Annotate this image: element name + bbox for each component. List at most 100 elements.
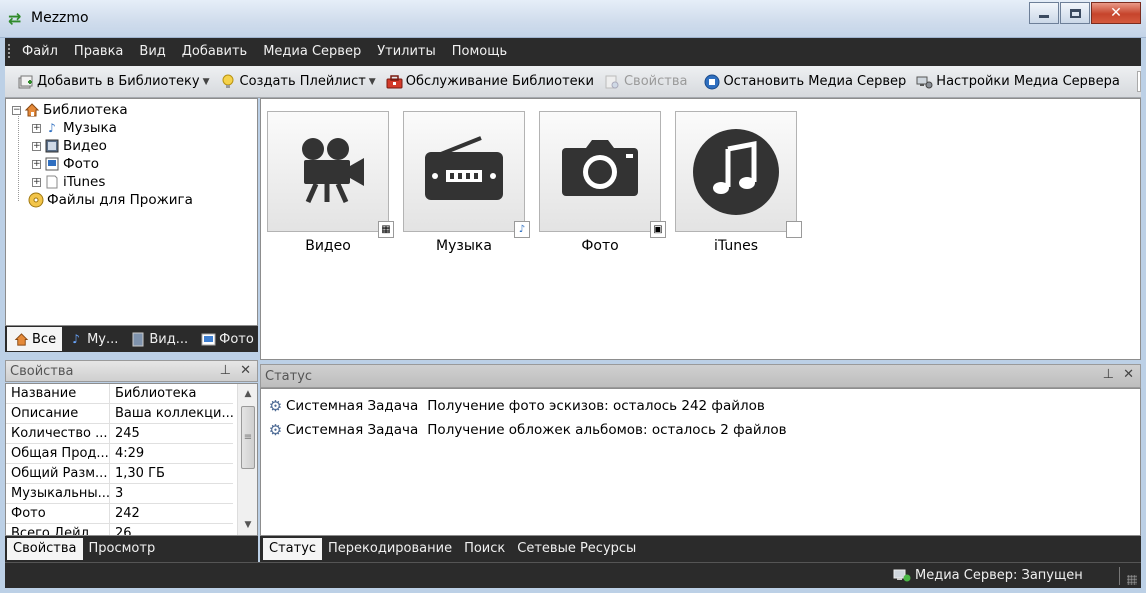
film-icon [44, 138, 60, 154]
table-row[interactable]: Описание Ваша коллекци... [6, 404, 233, 424]
scroll-down-icon[interactable]: ▼ [238, 517, 257, 533]
tab-all[interactable]: Все [7, 327, 63, 351]
tree-item-itunes[interactable]: + iTunes [32, 173, 105, 191]
property-name: Музыкальны... [6, 484, 110, 503]
tab-status[interactable]: Статус [263, 538, 323, 560]
library-maintenance-button[interactable]: Обслуживание Библиотеки [381, 69, 599, 95]
properties-scrollbar[interactable]: ▲ ≡ ▼ [237, 384, 257, 535]
toolbar: Добавить в Библиотеку ▼ Создать Плейлист… [5, 66, 1141, 98]
table-row[interactable]: Фото 242 [6, 504, 233, 524]
tab-video[interactable]: Вид... [124, 327, 194, 351]
tree-item-label: iTunes [63, 174, 106, 190]
expand-icon[interactable]: + [32, 159, 41, 169]
expand-icon[interactable]: + [32, 177, 41, 187]
property-value: 26 [115, 526, 132, 536]
tile-itunes[interactable] [675, 111, 797, 232]
task-status: Получение обложек альбомов: осталось 2 ф… [427, 422, 787, 438]
tab-music[interactable]: ♪ Му... [62, 327, 124, 351]
maximize-button[interactable] [1060, 2, 1090, 24]
tree-item-music[interactable]: + ♪ Музыка [32, 119, 117, 137]
status-panel-title: Статус [265, 368, 313, 384]
home-icon [24, 102, 40, 118]
toolbox-icon [386, 73, 403, 90]
tab-network-resources[interactable]: Сетевые Ресурсы [511, 538, 642, 560]
stop-media-server-button[interactable]: Остановить Медиа Сервер [698, 69, 911, 95]
property-value: Библиотека [115, 386, 197, 401]
add-to-library-button[interactable]: Добавить в Библиотеку ▼ [12, 69, 215, 95]
list-item[interactable]: ⚙ Системная Задача Получение фото эскизо… [267, 396, 765, 416]
table-row[interactable]: Количество ... 245 [6, 424, 233, 444]
table-row[interactable]: Музыкальны... 3 [6, 484, 233, 504]
menu-media-server[interactable]: Медиа Сервер [255, 38, 369, 66]
menu-bar: Файл Правка Вид Добавить Медиа Сервер Ут… [5, 38, 1141, 66]
video-camera-icon [302, 137, 364, 203]
tab-search[interactable]: Поиск [458, 538, 511, 560]
pin-icon[interactable]: ⊥ [220, 363, 231, 378]
expand-icon[interactable]: + [32, 141, 41, 151]
close-button[interactable]: ✕ [1091, 2, 1141, 24]
table-row[interactable]: Общий Разм... 1,30 ГБ [6, 464, 233, 484]
menu-file[interactable]: Файл [14, 38, 66, 66]
radio-icon [425, 135, 503, 200]
tile-photo[interactable] [539, 111, 661, 232]
task-name: Системная Задача [286, 422, 419, 438]
property-name: Общая Прод... [6, 444, 110, 463]
tab-transcoding[interactable]: Перекодирование [322, 538, 458, 560]
close-icon[interactable]: ✕ [1123, 367, 1134, 382]
blank-page-icon [44, 174, 60, 190]
expand-icon[interactable]: + [32, 123, 41, 133]
tree-item-label: Музыка [63, 120, 117, 136]
create-playlist-button[interactable]: Создать Плейлист ▼ [215, 69, 381, 95]
close-icon: ✕ [1110, 5, 1122, 21]
tree-item-photo[interactable]: + Фото [32, 155, 99, 173]
resize-grip-icon[interactable] [1127, 575, 1137, 585]
menu-add[interactable]: Добавить [174, 38, 255, 66]
pin-icon[interactable]: ⊥ [1103, 367, 1114, 382]
media-server-status[interactable]: Медиа Сервер: Запущен [893, 567, 1083, 583]
add-folder-icon [17, 73, 34, 90]
table-row[interactable]: Всего Дейл... 26 [6, 524, 233, 536]
menu-edit[interactable]: Правка [66, 38, 131, 66]
tree-item-video[interactable]: + Видео [32, 137, 107, 155]
window-controls: ✕ [1029, 2, 1141, 24]
list-item[interactable]: ⚙ Системная Задача Получение обложек аль… [267, 420, 787, 440]
collapse-icon[interactable]: − [12, 105, 21, 115]
property-value: 245 [115, 426, 140, 441]
tab-preview[interactable]: Просмотр [83, 538, 162, 560]
menu-view[interactable]: Вид [131, 38, 173, 66]
close-icon[interactable]: ✕ [240, 363, 251, 378]
itunes-icon [693, 128, 779, 215]
search-input[interactable]: По [1136, 71, 1141, 92]
tab-properties[interactable]: Свойства [7, 538, 83, 560]
property-name: Количество ... [6, 424, 110, 443]
menu-help[interactable]: Помощь [444, 38, 515, 66]
table-row[interactable]: Общая Прод... 4:29 [6, 444, 233, 464]
statusbar-separator [1119, 567, 1120, 585]
minimize-icon [1039, 14, 1049, 18]
tile-video[interactable] [267, 111, 389, 232]
tile-music[interactable] [403, 111, 525, 232]
scroll-thumb[interactable]: ≡ [241, 406, 255, 469]
menu-grip[interactable] [8, 44, 10, 60]
tree-item-burn-files[interactable]: Файлы для Прожига [28, 191, 193, 209]
tree-item-library[interactable]: − Библиотека [12, 101, 128, 119]
media-server-settings-button[interactable]: Настройки Медиа Сервера [911, 69, 1125, 95]
menu-utilities[interactable]: Утилиты [369, 38, 444, 66]
properties-panel-header: Свойства ⊥ ✕ [5, 360, 258, 382]
status-tabs: Статус Перекодирование Поиск Сетевые Рес… [260, 536, 1141, 562]
table-row[interactable]: Название Библиотека [6, 384, 233, 404]
property-value: 4:29 [115, 446, 145, 461]
minimize-button[interactable] [1029, 2, 1059, 24]
tab-label: Вид... [149, 331, 189, 347]
property-name: Описание [6, 404, 110, 423]
add-to-library-label: Добавить в Библиотеку [37, 74, 200, 89]
task-name: Системная Задача [286, 398, 419, 414]
scroll-up-icon[interactable]: ▲ [238, 386, 257, 402]
media-server-settings-label: Настройки Медиа Сервера [936, 74, 1120, 89]
properties-button[interactable]: Свойства [599, 69, 693, 95]
tab-photo[interactable]: Фото [194, 327, 260, 351]
status-bar: Медиа Сервер: Запущен [5, 562, 1141, 588]
tree-item-label: Файлы для Прожига [47, 192, 193, 208]
stop-icon [703, 73, 720, 90]
media-category-view: ▦ Видео ♪ Музыка ▣ Фото iTunes [260, 98, 1141, 360]
